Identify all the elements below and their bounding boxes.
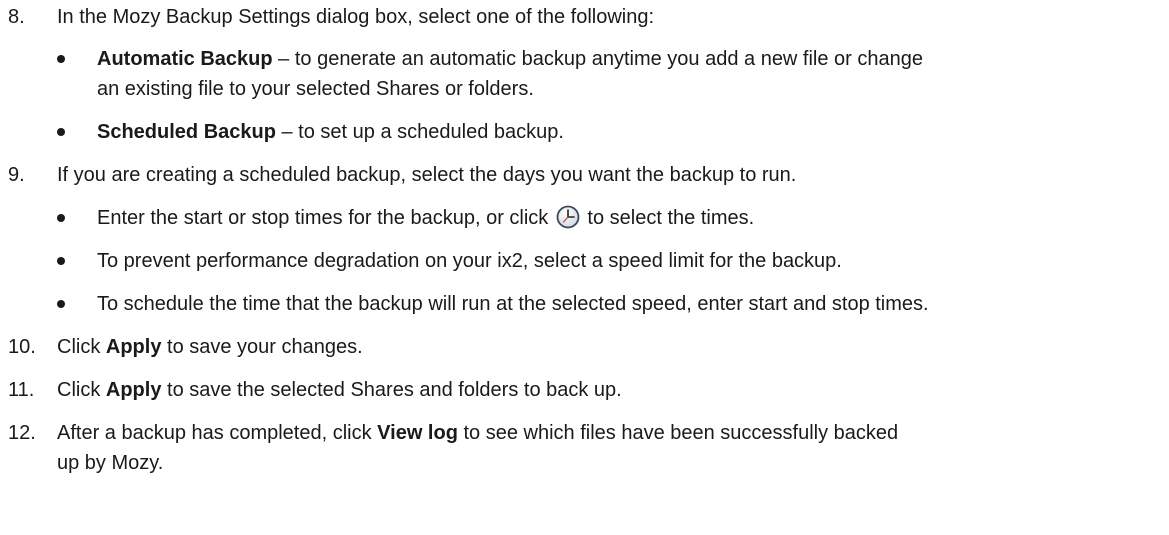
step-text: If you are creating a scheduled backup, … (57, 164, 797, 186)
bullet-text: To prevent performance degradation on yo… (97, 250, 842, 272)
clock-icon (556, 205, 580, 238)
text-before: Click (57, 336, 106, 358)
text-after: to see which files have been successfull… (457, 422, 899, 444)
bullet-dot (57, 257, 65, 265)
text-after-icon: to select the times. (581, 207, 755, 229)
bullet-text-continuation: an existing file to your selected Shares… (97, 78, 534, 100)
step-text: Click Apply to save the selected Shares … (57, 375, 1159, 405)
bullet-text: Enter the start or stop times for the ba… (97, 203, 1162, 238)
option-description: – to set up a scheduled backup. (275, 121, 564, 143)
bullet-dot (57, 128, 65, 136)
bullet-dot (57, 300, 65, 308)
text-before: After a backup has completed, click (57, 422, 378, 444)
text-before-icon: Enter the start or stop times for the ba… (97, 207, 554, 229)
step-number: 12. (8, 422, 36, 444)
step-text: In the Mozy Backup Settings dialog box, … (57, 6, 655, 28)
text-before: Click (57, 379, 106, 401)
text-after: to save the selected Shares and folders … (161, 379, 622, 401)
option-description: – to generate an automatic backup anytim… (272, 48, 924, 70)
bullet-dot (57, 55, 65, 63)
step-text-continuation: up by Mozy. (57, 452, 164, 474)
apply-label: Apply (105, 379, 162, 401)
step-number: 9. (8, 164, 25, 186)
apply-label: Apply (105, 336, 162, 358)
bullet-text: To schedule the time that the backup wil… (97, 293, 929, 315)
option-name: Scheduled Backup (97, 121, 276, 143)
option-name: Automatic Backup (97, 48, 273, 70)
bullet-text: Scheduled Backup – to set up a scheduled… (97, 117, 1162, 147)
step-text: Click Apply to save your changes. (57, 332, 1159, 362)
bullet-dot (57, 214, 65, 222)
step-number: 10. (8, 336, 36, 358)
text-after: to save your changes. (161, 336, 363, 358)
view-log-label: View log (377, 422, 458, 444)
step-text: After a backup has completed, click View… (57, 418, 1159, 448)
step-number: 8. (8, 6, 25, 28)
step-number: 11. (8, 379, 35, 401)
bullet-text: Automatic Backup – to generate an automa… (97, 44, 1162, 74)
